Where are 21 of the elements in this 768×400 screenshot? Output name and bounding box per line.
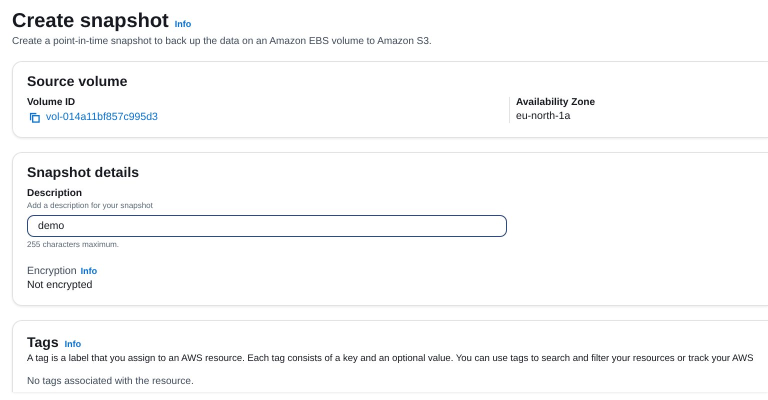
field-label: Description: [27, 188, 84, 199]
description-field[interactable]: demo: [27, 215, 507, 237]
card-title: Snapshot details: [27, 164, 140, 180]
info-link[interactable]: Info: [80, 266, 98, 276]
copy-icon[interactable]: [29, 112, 40, 122]
card-title: Tags: [27, 334, 59, 350]
field-label: Volume ID: [27, 97, 76, 108]
volume-id-link[interactable]: vol-014a11bf857c995d3: [46, 111, 158, 123]
info-link[interactable]: Info: [174, 19, 192, 29]
constraint-text: 255 characters maximum.: [27, 240, 120, 249]
encryption-value: Not encrypted: [27, 279, 94, 291]
field-value: eu-north-1a: [516, 110, 572, 122]
field-hint: Add a description for your snapshot: [27, 201, 154, 210]
empty-message: No tags associated with the resource.: [27, 376, 195, 387]
field-label: Availability Zone: [516, 97, 596, 108]
info-link[interactable]: Info: [64, 339, 82, 349]
page-description: Create a point-in-time snapshot to back up the data on an Amazon EBS volume to Amazon S3.: [12, 36, 433, 47]
encryption-label: Encryption: [27, 265, 77, 277]
tags-description: A tag is a label that you assign to an AWS resource. Each tag consists of a key and an optional value. You can use tags to search and filter your resources or track your AWS: [27, 352, 754, 365]
card-title: Source volume: [27, 73, 128, 89]
page-title: Create snapshot: [12, 9, 169, 34]
